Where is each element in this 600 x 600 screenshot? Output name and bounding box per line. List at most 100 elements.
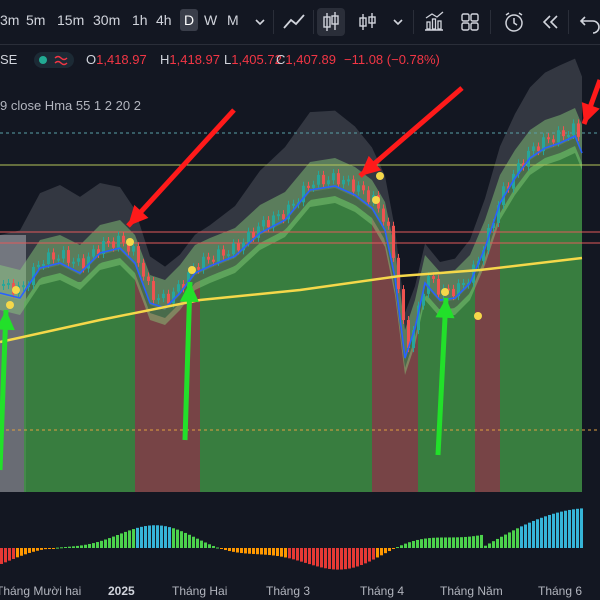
oscillator-bar [112,536,115,548]
visibility-toggle-icon[interactable] [34,51,74,69]
oscillator-bar [152,525,155,548]
oscillator-bar [220,548,223,549]
oscillator-bar [164,526,167,548]
oscillator-bar [228,548,231,552]
candle-body [267,220,270,228]
layout-grid-icon[interactable] [456,8,484,36]
oscillator-bar [560,511,563,548]
oscillator-bar [120,533,123,548]
oscillator-bar [384,548,387,554]
timeframe-15m[interactable]: 15m [57,12,84,28]
oscillator-bar [140,526,143,548]
oscillator-bar [484,545,487,548]
candle-body [572,123,575,135]
close-label: C [276,52,286,67]
oscillator-bar [344,548,347,570]
oscillator-bar [300,548,303,562]
oscillator-bar [532,520,535,548]
oscillator-bar [364,548,367,564]
candle-body [402,289,405,321]
x-axis-label: Tháng 3 [266,584,311,598]
candle-body [147,276,150,282]
candle-body [392,225,395,258]
bar-chart-icon[interactable] [354,8,382,36]
oscillator-bar [184,532,187,548]
candle-body [337,173,340,185]
oscillator-bar [548,514,551,548]
oscillator-bar [540,517,543,548]
signal-dot [12,286,20,294]
candle-body [237,243,240,251]
oscillator-bar [32,548,35,552]
candle-body [317,174,320,185]
line-tool-icon[interactable] [280,8,308,36]
oscillator-bar [240,548,243,554]
rewind-icon[interactable] [536,8,564,36]
indicators-icon[interactable] [420,8,448,36]
oscillator-bar [132,529,135,548]
oscillator-bar [208,544,211,548]
candle-body [117,235,120,248]
oscillator-bar [252,548,255,554]
oscillator-bar [272,548,275,556]
candle-body [397,257,400,290]
replay-alert-icon[interactable] [500,8,528,36]
signal-dot [474,312,482,320]
candle-body [432,276,435,279]
candle-body [262,220,265,227]
candle-body [292,203,295,206]
oscillator-bar [332,548,335,570]
candle-body [537,146,540,152]
oscillator-bar [476,535,479,548]
symbol-toggle-pill[interactable] [34,51,74,72]
oscillator-bar [168,527,171,548]
candles-icon[interactable] [317,8,345,36]
undo-icon[interactable] [576,8,600,36]
symbol-fragment[interactable]: SE [0,52,17,67]
oscillator-bar [124,531,127,548]
chevron-down-icon[interactable] [246,8,274,36]
timeframe-30m[interactable]: 30m [93,12,120,28]
oscillator-bar [36,548,39,551]
candle-body [357,185,360,192]
candle-body [342,179,345,185]
oscillator-bar [232,548,235,552]
candle-body [137,246,140,263]
x-axis-label: Tháng Năm [440,584,503,598]
indicator-legend[interactable]: 9 close Hma 55 1 2 20 2 [0,98,141,113]
x-axis-label: Tháng 6 [538,584,583,598]
low-value: 1,405.72 [231,52,282,67]
candle-body [122,235,125,243]
price-chart[interactable] [0,44,600,584]
timeframe-d[interactable]: D [180,9,199,31]
oscillator-bar [408,542,411,548]
oscillator-bar [324,548,327,569]
oscillator-bar [20,548,23,556]
timeframe-w[interactable]: W [204,12,217,28]
sell-arrow-head [581,102,600,124]
candle-body [222,249,225,256]
chevron-down-icon[interactable] [384,8,412,36]
oscillator-bar [368,548,371,562]
candle-body [92,249,95,257]
open-label: O [86,52,97,67]
oscillator-bar [236,548,239,553]
timeframe-5m[interactable]: 5m [26,12,45,28]
timeframe-3m[interactable]: 3m [0,12,19,28]
oscillator-bar [376,548,379,558]
oscillator-bar [176,529,179,548]
candle-body [382,208,385,222]
timeframe-4h[interactable]: 4h [156,12,172,28]
timeframe-1h[interactable]: 1h [132,12,148,28]
timeframe-m[interactable]: M [227,12,239,28]
oscillator-bar [460,537,463,548]
oscillator-bar [88,543,91,548]
oscillator-bar [316,548,319,567]
oscillator-bar [444,537,447,548]
candle-body [387,221,390,226]
oscillator-bar [108,538,111,548]
oscillator-bar [148,525,151,548]
oscillator-bar [144,526,147,548]
candle-body [562,130,565,137]
candle-body [167,293,170,304]
